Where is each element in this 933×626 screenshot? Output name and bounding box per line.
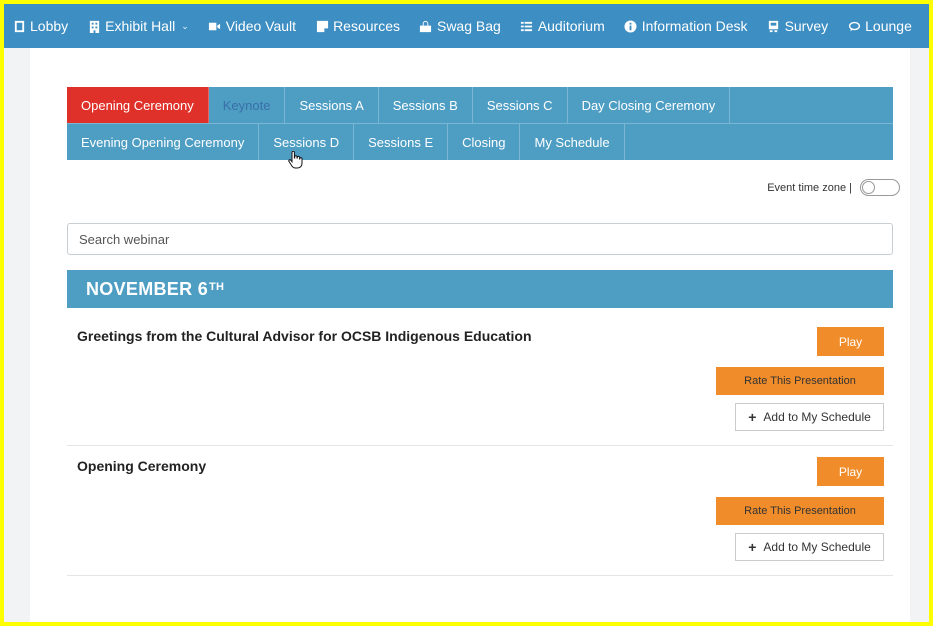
add-to-schedule-button[interactable]: + Add to My Schedule	[735, 403, 884, 431]
tab-sessions-e[interactable]: Sessions E	[354, 124, 449, 160]
survey-icon	[767, 19, 781, 33]
add-to-schedule-label: Add to My Schedule	[763, 410, 871, 424]
toggle-knob	[862, 181, 875, 194]
time-zone-label: Event time zone |	[767, 181, 852, 194]
chevron-down-icon[interactable]: ⌄	[181, 21, 189, 32]
tab-opening-ceremony[interactable]: Opening Ceremony	[67, 87, 209, 123]
tab-keynote[interactable]: Keynote	[209, 87, 286, 123]
schedule-tabs: Opening Ceremony Keynote Sessions A Sess…	[67, 87, 893, 160]
info-circle-icon	[624, 19, 638, 33]
tab-row-1: Opening Ceremony Keynote Sessions A Sess…	[67, 87, 893, 123]
session-title: Opening Ceremony	[77, 458, 207, 474]
nav-resources[interactable]: Resources	[315, 18, 400, 34]
nav-video-vault[interactable]: Video Vault	[208, 18, 296, 34]
add-to-schedule-label: Add to My Schedule	[763, 540, 871, 554]
tab-evening-opening-ceremony[interactable]: Evening Opening Ceremony	[67, 124, 260, 160]
session-item: Greetings from the Cultural Advisor for …	[67, 316, 893, 446]
list-icon	[520, 19, 534, 33]
rate-presentation-button[interactable]: Rate This Presentation	[716, 497, 884, 525]
nav-survey[interactable]: Survey	[767, 18, 828, 34]
plus-icon: +	[748, 409, 757, 425]
date-heading: NOVEMBER 6 TH	[67, 270, 893, 308]
date-heading-suffix: TH	[209, 281, 225, 293]
tab-sessions-d[interactable]: Sessions D	[259, 124, 355, 160]
time-zone-toggle[interactable]	[860, 179, 900, 196]
main-panel: Opening Ceremony Keynote Sessions A Sess…	[30, 48, 910, 622]
nav-exhibit-hall[interactable]: Exhibit Hall ⌄	[87, 18, 189, 34]
tab-closing[interactable]: Closing	[448, 124, 521, 160]
play-button[interactable]: Play	[817, 457, 884, 486]
nav-swag-bag[interactable]: Swag Bag	[419, 18, 501, 34]
nav-information-desk[interactable]: Information Desk	[624, 18, 748, 34]
search-webinar-input[interactable]	[67, 223, 893, 255]
tab-day-closing-ceremony[interactable]: Day Closing Ceremony	[568, 87, 731, 123]
rate-presentation-button[interactable]: Rate This Presentation	[716, 367, 884, 395]
top-navigation: Lobby Exhibit Hall ⌄ Video Vault Resourc…	[4, 4, 929, 48]
app-frame: Lobby Exhibit Hall ⌄ Video Vault Resourc…	[4, 4, 929, 622]
nav-lounge[interactable]: Lounge	[847, 18, 912, 34]
tab-sessions-a[interactable]: Sessions A	[285, 87, 379, 123]
play-button[interactable]: Play	[817, 327, 884, 356]
shopping-bag-icon	[419, 19, 433, 33]
note-icon	[315, 19, 329, 33]
event-time-zone: Event time zone |	[767, 179, 900, 196]
tab-sessions-c[interactable]: Sessions C	[473, 87, 568, 123]
session-item: Opening Ceremony Play Rate This Presenta…	[67, 446, 893, 576]
tab-row-2: Evening Opening Ceremony Sessions D Sess…	[67, 123, 893, 160]
add-to-schedule-button[interactable]: + Add to My Schedule	[735, 533, 884, 561]
door-icon	[12, 19, 26, 33]
building-icon	[87, 19, 101, 33]
tab-sessions-b[interactable]: Sessions B	[379, 87, 473, 123]
date-heading-text: NOVEMBER 6	[86, 278, 209, 299]
session-title: Greetings from the Cultural Advisor for …	[77, 328, 532, 344]
nav-lobby[interactable]: Lobby	[12, 18, 68, 34]
tab-my-schedule[interactable]: My Schedule	[520, 124, 625, 160]
chat-icon	[847, 19, 861, 33]
nav-auditorium[interactable]: Auditorium	[520, 18, 605, 34]
video-camera-icon	[208, 19, 222, 33]
plus-icon: +	[748, 539, 757, 555]
hand-cursor-icon	[288, 151, 303, 169]
